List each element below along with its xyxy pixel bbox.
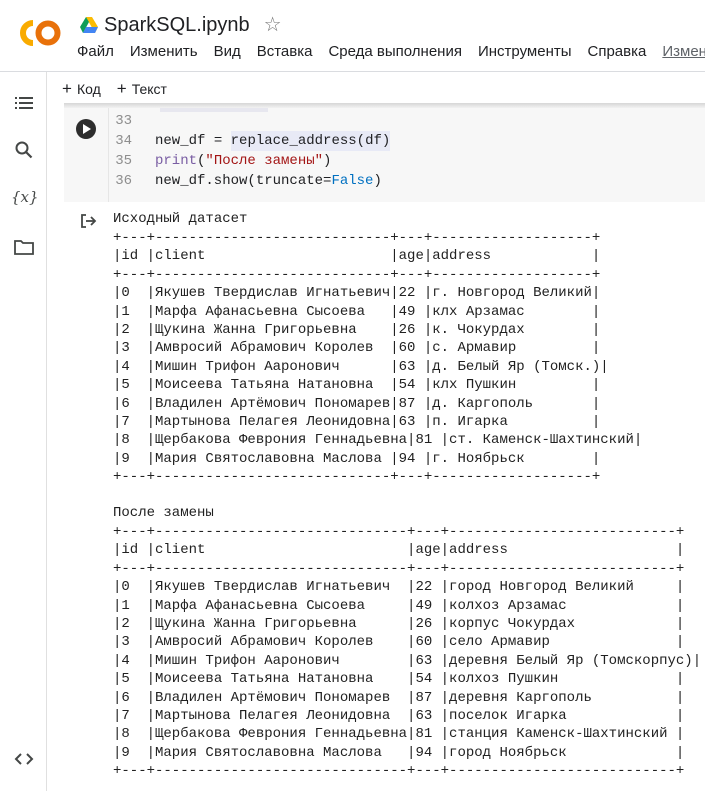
add-text-label: Текст bbox=[131, 80, 167, 97]
menu-file[interactable]: Файл bbox=[77, 43, 114, 60]
last-edit-link[interactable]: Измене bbox=[662, 43, 705, 60]
add-code-button[interactable]: + Код bbox=[62, 80, 101, 97]
code-text: print bbox=[155, 153, 198, 169]
output-table-replaced: +---+------------------------------+---+… bbox=[113, 523, 701, 780]
code-editor[interactable]: 33 34 new_df = replace_address(df) 35 prin… bbox=[112, 111, 391, 191]
menu-bar: Файл Изменить Вид Вставка Среда выполнен… bbox=[77, 43, 705, 60]
plus-icon: + bbox=[116, 79, 127, 98]
output-line: |id |client |age|address | bbox=[113, 248, 601, 265]
code-text: new_df.show(truncate= bbox=[155, 173, 332, 189]
variables-icon[interactable]: {x} bbox=[11, 188, 39, 210]
output-line: |6 |Владилен Артёмович Пономарев|87 |д. … bbox=[113, 395, 601, 412]
output-line: |3 |Амвросий Абрамович Королев |60 |с. А… bbox=[113, 340, 601, 357]
rail-divider bbox=[46, 72, 47, 791]
output-label: После замены bbox=[113, 505, 214, 521]
code-line: 34 new_df = replace_address(df) bbox=[112, 131, 391, 151]
run-cell-button[interactable] bbox=[76, 119, 96, 139]
output-line: +---+------------------------------+---+… bbox=[113, 560, 685, 577]
files-icon[interactable] bbox=[13, 236, 35, 258]
line-number: 33 bbox=[115, 113, 132, 129]
output-line: |6 |Владилен Артёмович Пономарев |87 |де… bbox=[113, 689, 685, 706]
code-text: ) bbox=[373, 173, 382, 189]
code-line: 35 print("После замены") bbox=[112, 151, 390, 171]
output-line: +---+----------------------------+---+--… bbox=[113, 230, 601, 246]
output-line: +---+------------------------------+---+… bbox=[113, 763, 685, 780]
plus-icon: + bbox=[62, 79, 72, 98]
code-text: new_df bbox=[155, 133, 206, 149]
menu-tools[interactable]: Инструменты bbox=[478, 43, 572, 60]
output-line: |0 |Якушев Твердислав Игнатьевич |22 |го… bbox=[113, 579, 685, 596]
output-line: |9 |Мария Святославовна Маслова |94 |г. … bbox=[113, 450, 601, 467]
cell-toolbar: + Код + Текст bbox=[62, 80, 183, 97]
code-keyword: False bbox=[331, 173, 374, 189]
header-divider bbox=[0, 71, 705, 72]
menu-view[interactable]: Вид bbox=[214, 43, 241, 60]
code-text: ) bbox=[323, 153, 332, 169]
notebook-title[interactable]: SparkSQL.ipynb bbox=[104, 14, 250, 37]
output-actions-icon[interactable] bbox=[79, 212, 97, 230]
code-text: replace_address(df) bbox=[230, 131, 391, 151]
output-line: |4 |Мишин Трифон Ааронович |63 |деревня … bbox=[113, 652, 702, 669]
code-snippets-icon[interactable] bbox=[13, 748, 35, 770]
output-line: |7 |Мартынова Пелагея Леонидовна |63 |по… bbox=[113, 707, 685, 724]
output-line: |1 |Марфа Афанасьевна Сысоева |49 |клх А… bbox=[113, 303, 601, 320]
output-line: |7 |Мартынова Пелагея Леонидовна|63 |п. … bbox=[113, 413, 601, 430]
colab-logo[interactable] bbox=[16, 16, 62, 50]
output-line: |4 |Мишин Трифон Ааронович |63 |д. Белый… bbox=[113, 358, 609, 375]
menu-insert[interactable]: Вставка bbox=[257, 43, 313, 60]
line-number: 36 bbox=[115, 173, 132, 189]
code-line: 36 new_df.show(truncate= False) bbox=[112, 171, 390, 191]
output-line: |id |client |age|address | bbox=[113, 542, 685, 559]
output-line: +---+----------------------------+---+--… bbox=[113, 469, 601, 486]
output-label: Исходный датасет bbox=[113, 211, 248, 227]
output-line: |8 |Щербакова Феврония Геннадьевна|81 |с… bbox=[113, 432, 643, 449]
menu-help[interactable]: Справка bbox=[588, 43, 647, 60]
add-text-button[interactable]: + Текст bbox=[117, 80, 167, 97]
output-line: |0 |Якушев Твердислав Игнатьевич|22 |г. … bbox=[113, 285, 601, 302]
output-line: |8 |Щербакова Феврония Геннадьевна|81 |с… bbox=[113, 726, 685, 743]
search-icon[interactable] bbox=[13, 139, 35, 161]
code-string: "После замены" bbox=[205, 153, 324, 169]
menu-runtime[interactable]: Среда выполнения bbox=[328, 43, 462, 60]
code-line: 33 bbox=[112, 111, 390, 131]
menu-edit[interactable]: Изменить bbox=[130, 43, 198, 60]
code-text: ( bbox=[197, 153, 206, 169]
output-line: |2 |Щукина Жанна Григорьевна |26 |к. Чок… bbox=[113, 321, 601, 338]
cell-gutter bbox=[108, 108, 109, 202]
google-drive-icon[interactable] bbox=[80, 17, 98, 33]
output-line: |5 |Моисеева Татьяна Натановна |54 |колх… bbox=[113, 671, 685, 688]
output-line: |9 |Мария Святославовна Маслова |94 |гор… bbox=[113, 744, 685, 761]
output-line: |3 |Амвросий Абрамович Королев |60 |село… bbox=[113, 634, 685, 651]
output-line: |1 |Марфа Афанасьевна Сысоева |49 |колхо… bbox=[113, 597, 685, 614]
output-line: +---+----------------------------+---+--… bbox=[113, 266, 601, 283]
output-line: |2 |Щукина Жанна Григорьевна |26 |корпус… bbox=[113, 615, 685, 632]
add-code-label: Код bbox=[76, 80, 101, 97]
line-number: 34 bbox=[115, 133, 132, 149]
star-icon[interactable]: ☆ bbox=[264, 15, 282, 35]
line-number: 35 bbox=[115, 153, 132, 169]
code-text: = bbox=[205, 133, 231, 149]
output-line: +---+------------------------------+---+… bbox=[113, 524, 685, 540]
table-of-contents-icon[interactable] bbox=[13, 92, 35, 114]
output-line: |5 |Моисеева Татьяна Натановна |54 |клх … bbox=[113, 377, 601, 394]
left-rail: {x} bbox=[0, 72, 46, 791]
output-table-original: +---+----------------------------+---+--… bbox=[113, 229, 642, 486]
